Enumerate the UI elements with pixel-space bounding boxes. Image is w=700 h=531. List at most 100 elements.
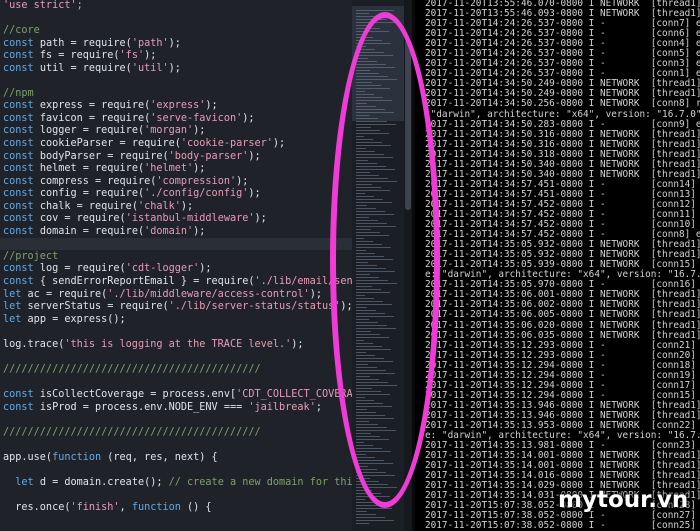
code-token: function xyxy=(52,451,108,463)
code-line[interactable]: app.use(function (req, res, next) { xyxy=(3,452,352,465)
code-line[interactable]: const favicon = require('serve-favicon')… xyxy=(3,113,352,126)
minimap-line xyxy=(356,511,367,513)
code-token: d = domain.create(); xyxy=(39,476,169,488)
code-line[interactable] xyxy=(3,489,352,502)
code-token: let xyxy=(3,301,28,313)
code-token: isCollectCoverage = process.env[ xyxy=(39,388,237,400)
code-line[interactable]: const cookieParser = require('cookie-par… xyxy=(3,138,352,151)
code-token: 'istanbul-middleware' xyxy=(125,213,255,225)
code-token: cookieParser = require( xyxy=(39,138,181,150)
code-line[interactable]: const isCollectCoverage = process.env['C… xyxy=(3,388,412,402)
code-token: const xyxy=(3,263,40,275)
code-token: 'fs' xyxy=(119,50,145,62)
code-line[interactable] xyxy=(3,13,352,26)
code-line[interactable]: const compress = require('compression'); xyxy=(3,176,352,189)
code-token: , xyxy=(119,501,132,513)
code-line[interactable]: let ac = require('./lib/middleware/acces… xyxy=(3,289,352,302)
highlight-annotation-oval xyxy=(330,12,440,508)
minimap-line xyxy=(356,499,365,501)
code-line[interactable]: const log = require('cdt-logger'); xyxy=(3,263,352,276)
code-line[interactable]: res.once('finish', function () { xyxy=(3,502,352,515)
code-token: path = require( xyxy=(39,37,132,49)
code-token: //project xyxy=(3,250,59,262)
code-line[interactable]: const { sendErrorReportEmail } = require… xyxy=(3,276,412,289)
code-line[interactable]: ////////////////////////////////////////… xyxy=(3,427,352,440)
code-line[interactable] xyxy=(3,238,352,251)
code-line[interactable] xyxy=(3,326,352,339)
code-line[interactable]: let app = express(); xyxy=(3,314,352,327)
code-token: let xyxy=(3,313,28,325)
code-token: res.once( xyxy=(3,501,71,513)
code-token: ); xyxy=(193,125,206,137)
code-line[interactable]: const helmet = require('helmet'); xyxy=(3,163,352,176)
code-token: helmet = require( xyxy=(39,163,145,175)
minimap-line xyxy=(356,517,385,519)
code-line[interactable]: const express = require('express'); xyxy=(3,100,352,113)
code-line[interactable]: const config = require('./config/config'… xyxy=(3,188,352,201)
code-line[interactable] xyxy=(3,439,352,452)
code-token: fs = require( xyxy=(39,50,120,62)
code-line[interactable]: const domain = require('domain'); xyxy=(3,226,352,239)
code-line[interactable]: //project xyxy=(3,251,352,264)
code-token: { sendErrorReportEmail } = require( xyxy=(39,276,255,288)
code-line[interactable]: const bodyParser = require('body-parser'… xyxy=(3,151,352,164)
code-token: 'this is logging at the TRACE level.' xyxy=(64,338,292,350)
code-token: './lib/server-status/status' xyxy=(168,301,341,313)
code-token: ; xyxy=(315,401,322,413)
code-token: isProd = process.env.NODE_ENV === xyxy=(39,401,249,413)
code-token: 'jailbreak' xyxy=(248,401,316,413)
code-token: './lib/middleware/access-control' xyxy=(107,288,310,300)
code-token: 'cdt-logger' xyxy=(125,263,200,275)
code-line[interactable] xyxy=(3,376,352,389)
code-line[interactable]: let d = domain.create(); // create a new… xyxy=(3,476,408,490)
code-line[interactable]: const cov = require('istanbul-middleware… xyxy=(3,213,352,226)
code-token: 'body-parser' xyxy=(168,150,249,162)
code-token: compress = require( xyxy=(39,175,157,187)
code-token: ); xyxy=(242,112,255,124)
code-line[interactable] xyxy=(3,75,352,88)
code-line[interactable]: //core xyxy=(3,25,352,38)
code-token: () { xyxy=(187,501,212,513)
code-line[interactable]: const logger = require('morgan'); xyxy=(3,125,352,138)
code-token: ); xyxy=(180,200,194,212)
log-line: 2017-11-20T14:34:50.256-0800 I NETWORK [… xyxy=(425,98,700,110)
code-token: ); xyxy=(144,50,157,62)
code-line[interactable]: log.trace('this is logging at the TRACE … xyxy=(3,339,352,352)
code-line[interactable]: const chalk = require('chalk'); xyxy=(3,201,352,214)
minimap-line xyxy=(356,523,369,525)
terminal-pane[interactable]: 2017-11-20T13:55:46.070-0800 I NETWORK [… xyxy=(415,0,700,531)
code-token: 'helmet' xyxy=(144,163,194,175)
code-line[interactable] xyxy=(3,351,352,364)
code-line[interactable]: 'use strict'; xyxy=(3,0,352,13)
code-line[interactable]: //npm xyxy=(3,88,352,101)
code-token: 'path' xyxy=(131,37,169,49)
code-token: express = require( xyxy=(39,100,151,112)
code-token: ); xyxy=(199,263,212,275)
code-token: logger = require( xyxy=(39,125,145,137)
code-line[interactable]: ////////////////////////////////////////… xyxy=(3,364,352,377)
code-token: chalk = require( xyxy=(39,200,138,212)
watermark-logo: mytour.vn xyxy=(558,487,689,513)
code-line[interactable]: let serverStatus = require('./lib/server… xyxy=(3,301,353,314)
code-token: const xyxy=(3,401,40,413)
code-token: log.trace( xyxy=(3,338,65,350)
log-line: 2017-11-20T15:07:38.052-0800 I - [conn25… xyxy=(425,520,700,531)
code-line[interactable] xyxy=(3,464,352,477)
code-line[interactable]: const fs = require('fs'); xyxy=(3,50,352,63)
code-line[interactable]: const path = require('path'); xyxy=(3,38,352,51)
code-token: ); xyxy=(272,138,286,150)
code-token: const xyxy=(3,188,40,200)
minimap-line xyxy=(356,508,392,510)
code-token: log = require( xyxy=(39,263,126,275)
code-token: app.use( xyxy=(3,451,53,463)
code-token: //core xyxy=(3,25,40,37)
code-token: ); xyxy=(168,62,181,74)
code-line[interactable]: const isProd = process.env.NODE_ENV === … xyxy=(3,402,352,415)
code-token: ); xyxy=(193,225,206,237)
code-token: app = express(); xyxy=(27,313,126,325)
code-token: bodyParser = require( xyxy=(39,150,169,162)
code-line[interactable]: const util = require('util'); xyxy=(3,63,352,76)
code-text[interactable]: 'use strict'; //core const path = require… xyxy=(3,0,412,515)
code-token: function xyxy=(131,501,188,513)
code-line[interactable] xyxy=(3,414,352,427)
